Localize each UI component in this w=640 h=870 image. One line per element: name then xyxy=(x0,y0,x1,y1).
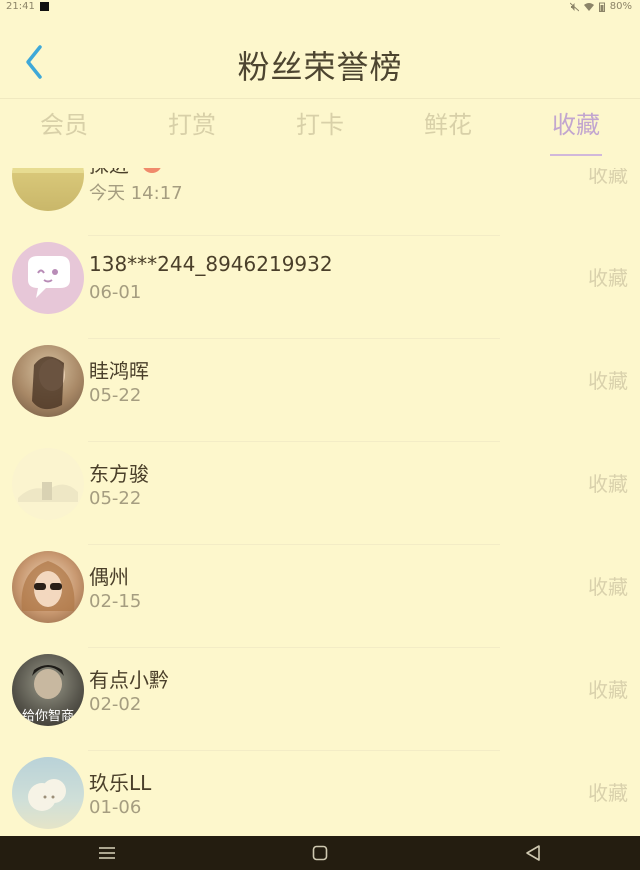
list-item[interactable]: 玖乐LL 01-06 收藏 xyxy=(0,751,640,836)
list-item[interactable]: 给你智商 有点小黔 02-02 收藏 xyxy=(0,648,640,751)
tab-favorites[interactable]: 收藏 xyxy=(526,105,626,156)
avatar-image xyxy=(32,356,65,410)
avatar-image: 给你智商 xyxy=(22,665,74,724)
fan-date: 05-22 xyxy=(89,488,142,509)
avatar-image xyxy=(12,168,84,173)
list-item[interactable]: 探进 今天 14:17 收藏 xyxy=(0,168,640,236)
wifi-icon xyxy=(583,3,594,11)
favorite-label: 收藏 xyxy=(588,369,628,393)
fan-name: 探进 xyxy=(89,168,129,178)
avatar: 给你智商 xyxy=(12,654,84,726)
battery-level: 80% xyxy=(609,1,632,12)
fan-name: 东方骏 xyxy=(89,462,149,486)
page-title: 粉丝荣誉榜 xyxy=(237,48,403,86)
avatar-image xyxy=(21,561,75,611)
system-back-button[interactable] xyxy=(513,838,553,868)
list-item[interactable]: 138***244_8946219932 06-01 收藏 xyxy=(0,236,640,339)
menu-icon xyxy=(98,847,115,859)
chat-bubble-icon xyxy=(28,256,70,298)
fan-date: 06-01 xyxy=(89,282,142,303)
fan-name: 玖乐LL xyxy=(89,771,152,795)
favorite-label: 收藏 xyxy=(588,781,628,805)
avatar xyxy=(12,168,84,211)
avatar xyxy=(12,345,84,417)
tab-reward[interactable]: 打赏 xyxy=(142,105,242,146)
list-item[interactable]: 眭鸿晖 05-22 收藏 xyxy=(0,339,640,442)
fan-date: 02-02 xyxy=(89,694,142,715)
status-icons: 80% xyxy=(569,1,632,12)
avatar xyxy=(12,551,84,623)
fan-date: 05-22 xyxy=(89,385,142,406)
fan-name: 138***244_8946219932 xyxy=(89,252,333,276)
home-button[interactable] xyxy=(300,838,340,868)
favorite-label: 收藏 xyxy=(588,472,628,496)
status-bar: 21:41 80% xyxy=(0,0,640,16)
fan-date: 01-06 xyxy=(89,797,142,818)
mute-icon xyxy=(569,2,579,11)
avatar xyxy=(12,448,84,520)
fan-name: 眭鸿晖 xyxy=(89,359,149,383)
favorite-label: 收藏 xyxy=(588,266,628,290)
fan-name: 偶州 xyxy=(89,565,129,589)
tab-bar: 会员 打赏 打卡 鲜花 收藏 xyxy=(0,98,640,156)
status-time: 21:41 xyxy=(6,1,35,12)
triangle-back-icon xyxy=(526,845,541,861)
notification-icon xyxy=(40,2,49,11)
fan-list[interactable]: 探进 今天 14:17 收藏 138***244_8946219932 06-0… xyxy=(0,168,640,836)
level-badge xyxy=(142,168,162,173)
tab-member[interactable]: 会员 xyxy=(14,105,114,146)
avatar-image xyxy=(18,482,78,502)
battery-icon xyxy=(598,2,605,12)
home-icon xyxy=(312,845,328,861)
fan-date: 02-15 xyxy=(89,591,142,612)
header: 粉丝荣誉榜 xyxy=(0,16,640,99)
avatar xyxy=(12,242,84,314)
tab-checkin[interactable]: 打卡 xyxy=(270,105,370,146)
favorite-label: 收藏 xyxy=(588,575,628,599)
avatar-image xyxy=(28,779,66,811)
system-nav-bar xyxy=(0,836,640,870)
avatar-caption: 给你智商 xyxy=(22,709,74,724)
tab-flowers[interactable]: 鲜花 xyxy=(398,105,498,146)
fan-name: 有点小黔 xyxy=(89,668,169,692)
avatar xyxy=(12,757,84,829)
list-item[interactable]: 偶州 02-15 收藏 xyxy=(0,545,640,648)
list-item[interactable]: 东方骏 05-22 收藏 xyxy=(0,442,640,545)
favorite-label: 收藏 xyxy=(588,168,628,187)
favorite-label: 收藏 xyxy=(588,678,628,702)
menu-button[interactable] xyxy=(87,838,127,868)
fan-date: 今天 14:17 xyxy=(89,183,183,204)
